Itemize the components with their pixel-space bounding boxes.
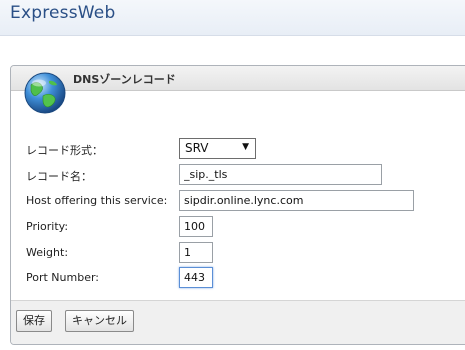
record-type-value: SRV xyxy=(185,141,209,155)
cancel-button[interactable]: キャンセル xyxy=(65,310,134,332)
dialog-footer: 保存 キャンセル xyxy=(11,300,465,344)
record-name-label: レコード名： xyxy=(26,170,92,183)
port-row: Port Number: xyxy=(26,267,465,289)
host-input[interactable] xyxy=(179,190,414,211)
priority-input[interactable] xyxy=(179,216,213,237)
dns-zone-record-dialog: DNSゾーンレコード レコード形式： SRV ▼ レコード名： Host off… xyxy=(10,65,465,345)
priority-label: Priority: xyxy=(26,220,69,233)
save-button[interactable]: 保存 xyxy=(16,310,52,332)
record-type-select[interactable]: SRV ▼ xyxy=(179,138,256,159)
host-row: Host offering this service: xyxy=(26,190,465,212)
record-name-row: レコード名： xyxy=(26,164,465,186)
weight-input[interactable] xyxy=(179,242,213,263)
app-title: ExpressWeb xyxy=(10,3,116,23)
app-header: ExpressWeb xyxy=(0,0,465,36)
record-type-row: レコード形式： SRV ▼ xyxy=(26,138,465,160)
port-input[interactable] xyxy=(179,267,213,288)
priority-row: Priority: xyxy=(26,216,465,238)
weight-row: Weight: xyxy=(26,242,465,264)
port-label: Port Number: xyxy=(26,271,100,284)
record-name-input[interactable] xyxy=(179,164,382,185)
host-label: Host offering this service: xyxy=(26,194,168,207)
dropdown-arrow-icon: ▼ xyxy=(242,142,249,152)
dialog-titlebar: DNSゾーンレコード xyxy=(11,66,465,91)
dialog-title: DNSゾーンレコード xyxy=(73,73,176,86)
record-type-label: レコード形式： xyxy=(26,144,103,157)
globe-icon xyxy=(24,72,66,114)
weight-label: Weight: xyxy=(26,246,69,259)
